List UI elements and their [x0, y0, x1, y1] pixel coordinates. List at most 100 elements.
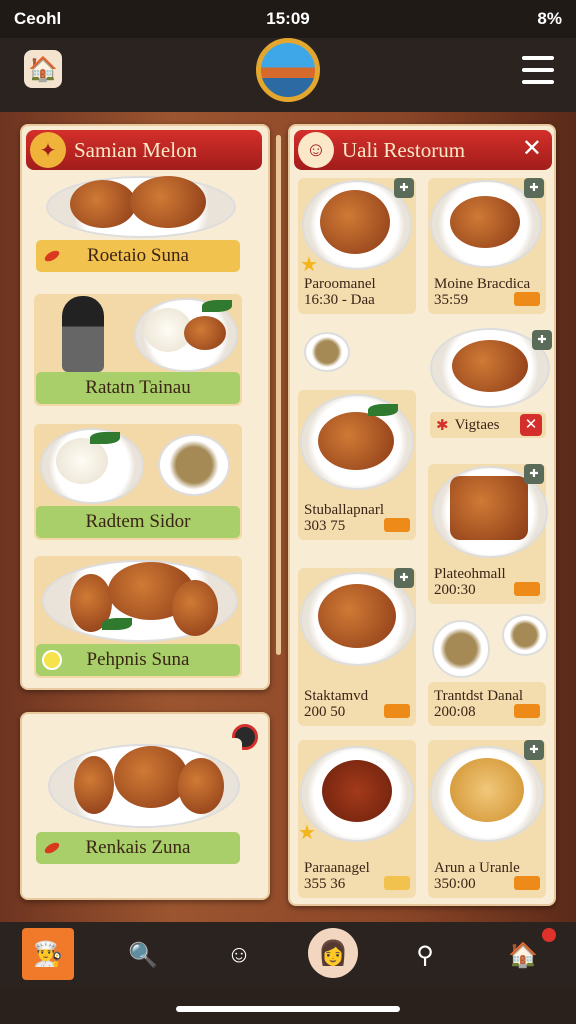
chicken-image	[130, 176, 206, 228]
notification-badge	[542, 928, 556, 942]
restaurant-emblem[interactable]	[256, 38, 320, 102]
menu-card[interactable]: ✚ Plateohmall 200:30	[428, 464, 548, 604]
info-icon[interactable]: ✚	[524, 740, 544, 760]
price-tag	[514, 582, 540, 596]
card-title: Paroomanel	[304, 276, 376, 292]
menu-card[interactable]: ★ Paraanagel 355 36	[298, 740, 416, 898]
menu-card[interactable]: ✚ Staktamvd 200 50	[298, 568, 416, 726]
star-icon: ★	[298, 822, 316, 844]
meat-image	[320, 190, 390, 254]
card-title: Trantdst Danal	[434, 688, 524, 704]
price-tag	[514, 292, 540, 306]
hamburger-icon[interactable]	[522, 56, 554, 84]
notification-icon[interactable]: 🏠	[500, 932, 546, 978]
card-title: Arun a Uranle	[434, 860, 520, 876]
card-detail: 16:30 - Daa	[304, 292, 375, 308]
price-tag	[384, 876, 410, 890]
meat-image	[452, 340, 528, 392]
left-menu-panel: ✦ Samian Melon Roetaio Suna Ratatn Taina…	[20, 124, 270, 690]
menu-card[interactable]: ✚ Moine Bracdica 35:59	[428, 178, 546, 314]
bowl-image	[502, 614, 548, 656]
list-item[interactable]: Pehpnis Suna	[34, 556, 242, 678]
lemon-icon	[42, 650, 62, 670]
dish-label: Renkais Zuna	[36, 832, 240, 864]
info-icon[interactable]: ✚	[524, 464, 544, 484]
battery-label: 8%	[537, 9, 562, 28]
rice-image	[56, 438, 108, 484]
card-title: Moine Bracdica	[434, 276, 531, 292]
chef-avatar: ☺	[298, 132, 334, 168]
info-icon[interactable]: ✚	[524, 178, 544, 198]
dish-label: Radtem Sidor	[36, 506, 240, 538]
list-item[interactable]: Roetaio Suna	[34, 174, 242, 278]
leaf-image	[90, 432, 120, 444]
price-tag	[384, 518, 410, 532]
bowl-image	[158, 434, 230, 496]
list-item[interactable]: Ratatn Tainau	[34, 294, 242, 406]
star-icon: ★	[300, 254, 318, 276]
leaf-image	[102, 618, 132, 630]
bowl-image	[432, 620, 490, 678]
menu-card[interactable]: ✚ Arun a Uranle 350:00	[428, 740, 546, 898]
star-icon: ✱	[436, 417, 449, 434]
noodle-image	[450, 758, 524, 822]
menu-card[interactable]: ✚ ✱ Vigtaes ✕	[428, 326, 552, 446]
location-icon[interactable]: ⚲	[402, 932, 448, 978]
price-tag	[384, 704, 410, 718]
search-icon[interactable]: 🔍	[120, 932, 166, 978]
bowl-image	[304, 332, 350, 372]
right-menu-panel: ☺ Uali Restorum ✕ ✚ ★ Paroomanel 16:30 - …	[288, 124, 556, 906]
left-bottom-panel: Renkais Zuna	[20, 712, 270, 900]
price-tag	[514, 876, 540, 890]
info-icon[interactable]: ✚	[394, 178, 414, 198]
noodle-image	[322, 760, 392, 822]
face-icon[interactable]: ☺	[216, 932, 262, 978]
left-panel-header: ✦ Samian Melon	[26, 130, 262, 170]
right-panel-header: ☺ Uali Restorum ✕	[294, 130, 552, 170]
avatar-tab[interactable]: 👩	[308, 928, 358, 978]
close-icon[interactable]: ✕	[522, 134, 542, 163]
meat-image	[450, 476, 528, 540]
meat-image	[184, 316, 226, 350]
dish-badge-icon: ✦	[30, 132, 66, 168]
card-title: Plateohmall	[434, 566, 506, 582]
dish-label: Ratatn Tainau	[36, 372, 240, 404]
leaf-image	[202, 300, 232, 312]
profile-tab[interactable]: 👨‍🍳	[22, 928, 74, 980]
list-item[interactable]: Radtem Sidor	[34, 424, 242, 540]
dish-label: Pehpnis Suna	[36, 644, 240, 676]
meat-image	[318, 584, 396, 648]
chili-icon	[43, 840, 61, 856]
info-icon[interactable]: ✚	[532, 330, 552, 350]
leaf-image	[368, 404, 398, 416]
close-icon[interactable]: ✕	[520, 414, 542, 436]
card-title: Paraanagel	[304, 860, 370, 876]
waiter-avatar	[62, 296, 104, 372]
menu-card[interactable]: ✚ ★ Paroomanel 16:30 - Daa	[298, 178, 416, 314]
chili-icon	[43, 248, 61, 264]
menu-card[interactable]: Trantdst Danal 200:08	[428, 682, 546, 726]
dish-label: Roetaio Suna	[36, 240, 240, 272]
chicken-image	[178, 758, 224, 814]
list-item[interactable]: Renkais Zuna	[34, 738, 242, 868]
status-bar: Ceohl 15:09 8%	[0, 0, 576, 38]
filter-chip[interactable]: ✱ Vigtaes ✕	[430, 412, 546, 438]
meat-image	[450, 196, 520, 248]
chicken-image	[172, 580, 218, 636]
card-title: Staktamvd	[304, 688, 369, 704]
chicken-image	[74, 756, 114, 814]
chicken-image	[114, 746, 188, 808]
app-header: 🏠	[0, 38, 576, 112]
meat-image	[318, 412, 394, 470]
clock: 15:09	[266, 9, 310, 28]
chef-house-icon[interactable]: 🏠	[24, 50, 62, 88]
right-panel-title: Uali Restorum	[342, 137, 466, 162]
chicken-image	[70, 180, 136, 228]
menu-card[interactable]: Stuballapnarl 303 75	[298, 390, 416, 540]
scroll-divider[interactable]	[276, 135, 281, 655]
price-tag	[514, 704, 540, 718]
info-icon[interactable]: ✚	[394, 568, 414, 588]
bottom-tab-bar: 👨‍🍳 🔍 ☺ 👩 ⚲ 🏠	[0, 922, 576, 988]
card-title: Stuballapnarl	[304, 502, 384, 518]
home-indicator[interactable]	[176, 1006, 400, 1012]
